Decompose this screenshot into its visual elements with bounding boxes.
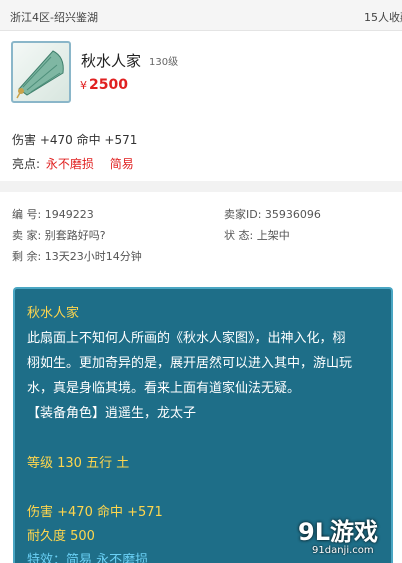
price-value: 2500 (89, 77, 128, 93)
info-remaining-value: 13天23小时14分钟 (44, 250, 142, 263)
top-bar: 浙江4区-绍兴鉴湖 15人收藏 (0, 0, 402, 31)
info-id: 编 号: 1949223 (12, 206, 94, 222)
highlight-tag: 永不磨损 (45, 157, 94, 171)
panel-stats-line: 伤害 +470 命中 +571 (27, 505, 163, 520)
panel-desc-line: 此扇面上不知何人所画的《秋水人家图》，出神入化，栩 (27, 331, 346, 346)
fan-icon (16, 50, 64, 99)
server-label: 浙江4区-绍兴鉴湖 (10, 11, 98, 24)
item-price: ¥2500 (80, 77, 128, 93)
favorites-count[interactable]: 15人收藏 (364, 9, 402, 25)
highlight-tag: 简易 (109, 157, 134, 171)
info-seller-id: 卖家ID: 35936096 (224, 206, 321, 222)
info-seller-id-value: 35936096 (264, 208, 321, 221)
info-status-value: 上架中 (256, 229, 290, 242)
watermark-logo: 9L游戏 (298, 518, 378, 546)
item-name: 秋水人家 (81, 52, 142, 70)
item-stats: 伤害 +470 命中 +571 (12, 133, 138, 147)
panel-desc-line: 【装备角色】逍遥生，龙太子 (27, 406, 197, 421)
item-level: 130级 (149, 57, 179, 68)
info-status: 状 态: 上架中 (224, 227, 290, 243)
info-seller-label: 卖 家: (12, 229, 42, 242)
info-seller-value[interactable]: 别套路好吗? (45, 229, 106, 242)
panel-desc-line: 水，真是身临其境。看来上面有道家仙法无疑。 (27, 381, 301, 396)
item-highlights: 亮点: 永不磨损 简易 (12, 155, 134, 172)
watermark: 9L游戏 91danji.com (288, 512, 400, 560)
info-remaining-label: 剩 余: (12, 250, 42, 263)
panel-special: 特效：简易 永不磨损 (27, 553, 149, 563)
price-symbol: ¥ (80, 79, 87, 92)
info-id-value: 1949223 (44, 208, 94, 221)
info-seller: 卖 家: 别套路好吗? (12, 227, 106, 243)
highlight-label: 亮点: (12, 157, 41, 171)
watermark-url: 91danji.com (312, 545, 374, 556)
panel-level-line: 等级 130 五行 土 (27, 456, 130, 471)
panel-desc-line: 栩如生。更加奇异的是，展开居然可以进入其中，游山玩 (27, 356, 353, 371)
info-id-label: 编 号: (12, 208, 42, 221)
info-status-label: 状 态: (224, 229, 254, 242)
section-divider (0, 181, 402, 192)
panel-title: 秋水人家 (27, 306, 80, 321)
panel-durability: 耐久度 500 (27, 529, 95, 544)
info-remaining: 剩 余: 13天23小时14分钟 (12, 248, 142, 264)
item-thumbnail[interactable] (11, 41, 71, 103)
info-seller-id-label: 卖家ID: (224, 208, 262, 221)
